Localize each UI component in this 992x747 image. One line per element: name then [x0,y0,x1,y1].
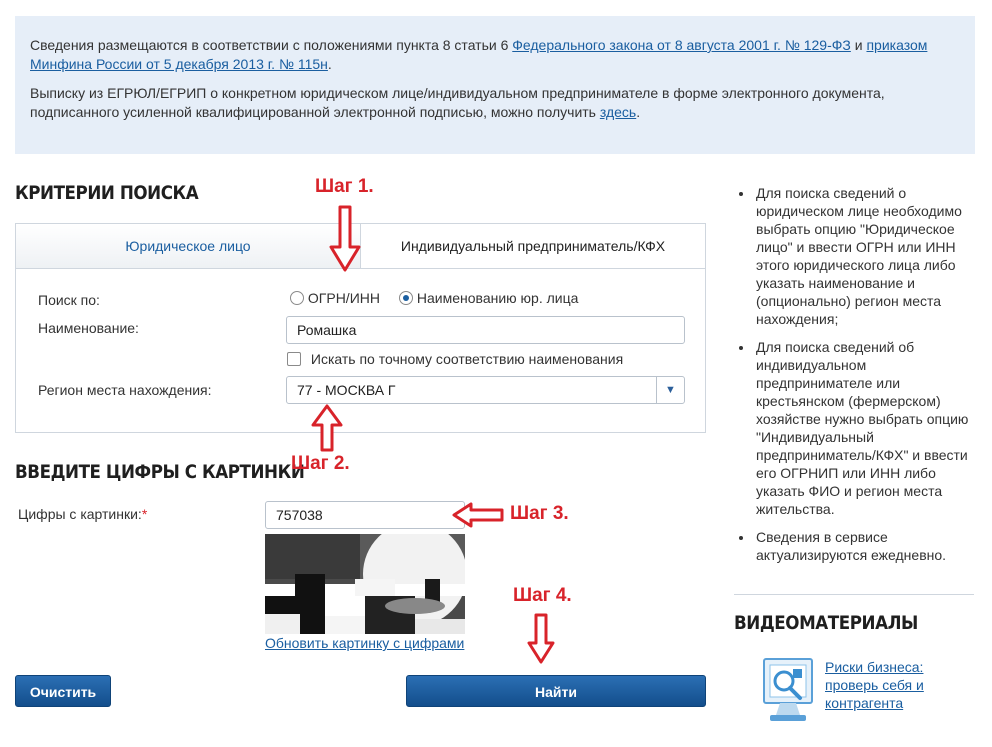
search-criteria-heading: КРИТЕРИИ ПОИСКА [15,182,199,204]
video-heading: ВИДЕОМАТЕРИАЛЫ [734,612,918,634]
step-1-label: Шаг 1. [315,176,374,197]
captcha-picture [265,534,465,634]
help-sidebar: Для поиска сведений о юридическом лице н… [734,184,974,574]
arrow-up-icon [311,404,343,452]
help-item: Сведения в сервисе актуализируются ежедн… [754,528,974,564]
federal-law-link[interactable]: Федерального закона от 8 августа 2001 г.… [512,37,851,53]
help-item: Для поиска сведений о юридическом лице н… [754,184,974,328]
sidebar-divider [734,594,974,595]
chevron-down-icon[interactable]: ▼ [656,377,684,403]
extract-here-link[interactable]: здесь [600,104,636,120]
tab-legal-entity[interactable]: Юридическое лицо [16,224,360,269]
info-paragraph-2: Выписку из ЕГРЮЛ/ЕГРИП о конкретном юрид… [30,85,885,120]
find-button[interactable]: Найти [406,675,706,707]
clear-button[interactable]: Очистить [15,675,111,707]
radio-ogrn-inn[interactable]: ОГРН/ИНН [290,290,380,306]
exact-match-option[interactable]: Искать по точному соответствию наименова… [287,351,623,367]
info-notice: Сведения размещаются в соответствии с по… [15,16,975,154]
help-item: Для поиска сведений об индивидуальном пр… [754,338,974,518]
captcha-heading: ВВЕДИТЕ ЦИФРЫ С КАРТИНКИ [15,461,305,483]
captcha-label: Цифры с картинки:* [18,506,148,522]
captcha-input[interactable]: 757038 [265,501,465,529]
step-2-label: Шаг 2. [291,453,350,474]
radio-checked-icon[interactable] [399,291,413,305]
arrow-down-icon [527,613,555,664]
radio-by-name[interactable]: Наименованию юр. лица [399,290,578,306]
search-by-label: Поиск по: [38,292,100,308]
step-4-label: Шаг 4. [513,585,572,606]
video-risk-link[interactable]: Риски бизнеса: проверь себя и контрагент… [825,658,965,712]
region-select[interactable]: 77 - МОСКВА Г ▼ [286,376,685,404]
tab-individual-entrepreneur[interactable]: Индивидуальный предприниматель/КФХ [360,224,705,269]
name-input[interactable]: Ромашка [286,316,685,344]
region-label: Регион места нахождения: [38,382,212,398]
step-3-label: Шаг 3. [510,503,569,524]
video-monitor-icon[interactable] [760,655,816,727]
arrow-left-icon [452,502,504,528]
captcha-image [265,534,465,634]
radio-icon[interactable] [290,291,304,305]
checkbox-icon[interactable] [287,352,301,366]
arrow-down-icon [329,205,361,272]
name-label: Наименование: [38,320,139,336]
info-paragraph-1: Сведения размещаются в соответствии с по… [30,37,928,72]
refresh-captcha-link[interactable]: Обновить картинку с цифрами [265,635,464,651]
